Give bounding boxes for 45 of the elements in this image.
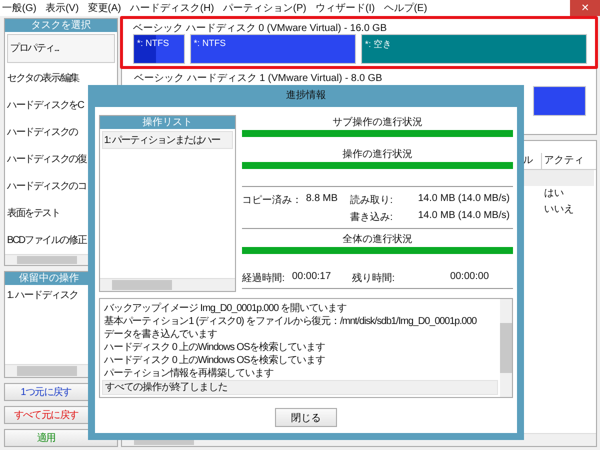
disk-title: ベーシック ハードディスク 1 (VMware Virtual) - 8.0 GB <box>134 72 384 84</box>
stat-label: 書き込み: <box>350 210 394 224</box>
stat-value: 00:00:00 <box>449 271 490 284</box>
log-line[interactable]: パーティション情報を再構築しています <box>102 367 498 380</box>
panel-title: 操作リスト <box>100 116 235 129</box>
stat-label: 読み取り: <box>350 194 394 208</box>
menu-item[interactable]: ウィザード(I) <box>315 1 375 15</box>
stat-value: 14.0 MB (14.0 MB/s) <box>417 210 511 224</box>
column-header[interactable]: アクティ <box>541 153 596 169</box>
partition-block[interactable]: *: NTFS <box>190 34 356 64</box>
stat-label: コピー済み： <box>242 194 303 208</box>
progress-label: 全体の進行状況 <box>342 232 414 246</box>
operation-item[interactable]: 1: パーティションまたはハー <box>102 131 233 149</box>
dialog-title: 進捗情報 <box>285 88 327 103</box>
menu-item[interactable]: パーティション(P) <box>223 1 306 15</box>
table-cell-text: いいえ <box>544 203 575 217</box>
log-line[interactable]: ハードディスク 0 上のWindows OSを検索しています <box>102 341 498 354</box>
disk-title: ベーシック ハードディスク 0 (VMware Virtual) - 16.0 GB <box>133 22 388 34</box>
partition-block[interactable]: *: 空き <box>361 34 587 64</box>
close-button[interactable]: 閉じる <box>275 408 337 427</box>
stat-value: 14.0 MB (14.0 MB/s) <box>417 193 511 206</box>
menu-item[interactable]: 一般(G) <box>2 1 36 15</box>
task-item[interactable]: セクタの表示/編集 <box>5 65 117 92</box>
scrollbar[interactable] <box>100 278 235 291</box>
log-line[interactable]: バックアップイメージ Img_D0_0001p.000 を開いています <box>102 302 498 315</box>
scrollbar[interactable] <box>500 299 512 397</box>
progress-label: 操作の進行状況 <box>342 148 414 160</box>
panel-title: タスクを選択 <box>5 19 117 32</box>
partition-block[interactable]: *: NTFS <box>133 34 185 64</box>
log-line[interactable]: データを書き込んでいます <box>102 328 498 341</box>
log-line[interactable]: ハードディスク 0 上のWindows OSを検索しています <box>102 354 498 367</box>
table-cell-text: はい <box>544 187 565 201</box>
menu-item[interactable]: 変更(A) <box>88 1 122 15</box>
stat-label: 経過時間: <box>242 272 286 285</box>
menu-item[interactable]: 表示(V) <box>45 1 79 15</box>
log-line[interactable]: 基本パーティション1 (ディスク0) をファイルから復元：/mnt/disk/sdb1/Img_D0_0001p.000 <box>102 315 498 328</box>
progress-label: サブ操作の進行状況 <box>332 116 424 128</box>
close-button[interactable]: ✕ <box>570 0 600 16</box>
stat-value: 8.8 MB <box>306 193 339 206</box>
menu-item[interactable]: ヘルプ(E) <box>384 1 428 15</box>
task-item[interactable]: プロパティ... <box>7 34 115 63</box>
stat-label: 残り時間: <box>352 272 396 285</box>
partition-block[interactable] <box>533 86 586 116</box>
stat-value: 00:00:17 <box>292 271 332 284</box>
menu-item[interactable]: ハードディスク(H) <box>130 1 214 15</box>
